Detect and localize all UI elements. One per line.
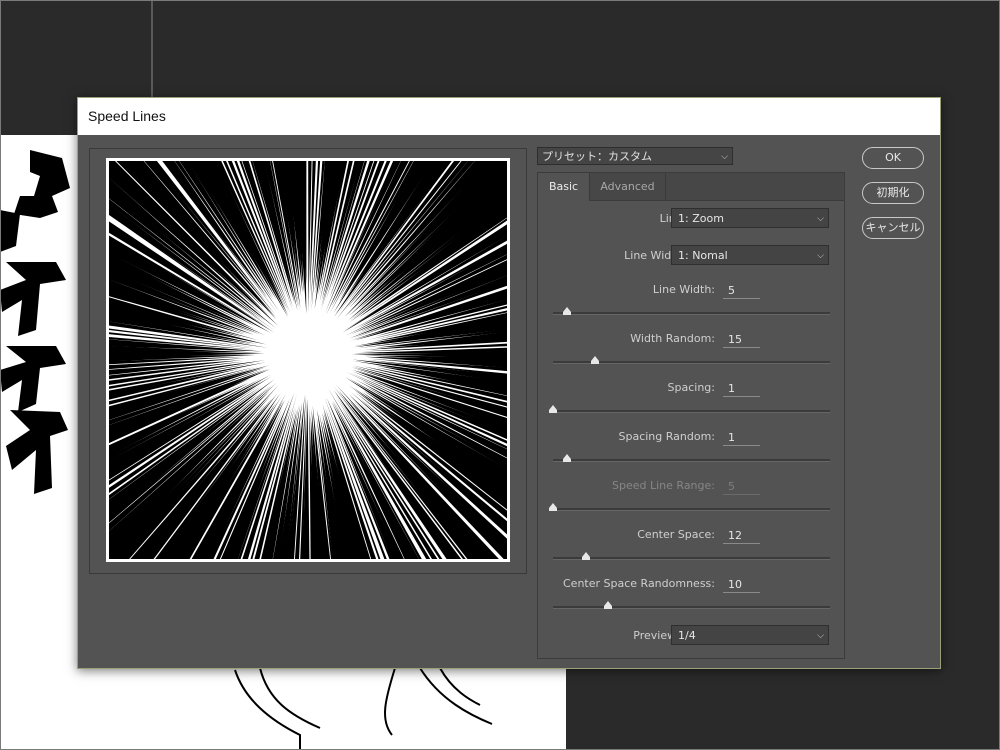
spacing-label: Spacing: — [667, 381, 715, 394]
spacing-slider-thumb[interactable] — [549, 405, 557, 413]
line-type-value: 1: Zoom — [678, 212, 724, 225]
settings-panel: Basic Advanced Line Type: 1: Zoom ⌵ Line… — [537, 172, 845, 659]
spacing-random-input[interactable]: 1 — [723, 429, 760, 446]
center-space-randomness-input[interactable]: 10 — [723, 576, 760, 593]
speed-line-range-input: 5 — [723, 478, 760, 495]
spacing-slider[interactable] — [549, 405, 830, 413]
width-random-slider[interactable] — [553, 356, 830, 364]
preview-panel — [89, 148, 527, 574]
chevron-down-icon: ⌵ — [817, 631, 824, 641]
tab-advanced-label: Advanced — [600, 180, 655, 193]
speed-lines-dialog: Speed Lines プリセット：カスタム ⌵ Basic Advanced … — [77, 97, 941, 669]
spacing-random-slider-thumb[interactable] — [563, 454, 571, 462]
center-space-input[interactable]: 12 — [723, 527, 760, 544]
center-space-slider[interactable] — [553, 552, 830, 560]
speed-lines-preview-art — [106, 158, 510, 562]
line-width-type-value: 1: Nomal — [678, 249, 728, 262]
center-space-randomness-slider[interactable] — [553, 601, 830, 609]
speed-lines-preview[interactable] — [106, 158, 510, 562]
speed-line-range-slider — [549, 503, 830, 511]
width-random-input[interactable]: 15 — [723, 331, 760, 348]
line-width-input[interactable]: 5 — [723, 282, 760, 299]
line-width-label: Line Width: — [652, 283, 715, 296]
ok-button[interactable]: OK — [862, 147, 924, 169]
reset-button[interactable]: 初期化 — [862, 182, 924, 204]
speed-line-range-slider-thumb — [549, 503, 557, 511]
preset-dropdown-value: プリセット：カスタム — [542, 150, 652, 163]
preview-zoom-dropdown[interactable]: 1/4 ⌵ — [671, 625, 829, 645]
chevron-down-icon: ⌵ — [721, 152, 728, 162]
line-width-slider[interactable] — [553, 307, 830, 315]
preview-zoom-value: 1/4 — [678, 629, 696, 642]
chevron-down-icon: ⌵ — [817, 251, 824, 261]
center-space-slider-thumb[interactable] — [582, 552, 590, 560]
center-space-randomness-slider-thumb[interactable] — [604, 601, 612, 609]
spacing-random-label: Spacing Random: — [618, 430, 715, 443]
dialog-titlebar[interactable]: Speed Lines — [78, 98, 940, 135]
tab-advanced[interactable]: Advanced — [590, 173, 666, 200]
speed-line-range-label: Speed Line Range: — [612, 479, 715, 492]
preset-dropdown[interactable]: プリセット：カスタム ⌵ — [537, 147, 733, 165]
spacing-input[interactable]: 1 — [723, 380, 760, 397]
line-width-slider-thumb[interactable] — [563, 307, 571, 315]
center-space-randomness-label: Center Space Randomness: — [563, 577, 715, 590]
tab-bar: Basic Advanced — [538, 173, 844, 201]
dialog-title: Speed Lines — [88, 108, 166, 124]
center-space-label: Center Space: — [637, 528, 715, 541]
chevron-down-icon: ⌵ — [817, 214, 824, 224]
spacing-random-slider[interactable] — [553, 454, 830, 462]
line-width-type-dropdown[interactable]: 1: Nomal ⌵ — [671, 245, 829, 265]
tab-basic-label: Basic — [548, 180, 579, 193]
width-random-label: Width Random: — [630, 332, 715, 345]
line-type-dropdown[interactable]: 1: Zoom ⌵ — [671, 208, 829, 228]
width-random-slider-thumb[interactable] — [591, 356, 599, 364]
tab-basic[interactable]: Basic — [538, 173, 590, 201]
cancel-button[interactable]: キャンセル — [862, 217, 924, 239]
